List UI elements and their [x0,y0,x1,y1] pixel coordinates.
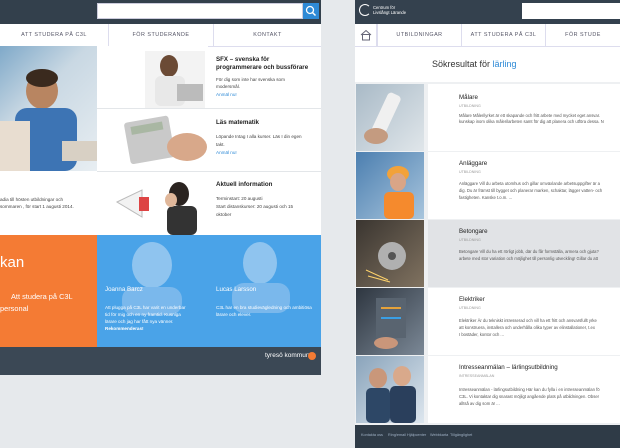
hero-text-line2: sommaren , för start 1 augusti 2014. [0,204,74,209]
person-name-joanna: Joanna Barcz [105,286,143,293]
result-meta: INTRESSEANMÄLAN [459,374,495,378]
tile-photo-3 [97,172,208,235]
result-image-betongare [356,220,424,287]
result-desc: Intresseanmälan - lärlingsutbildning Här… [459,387,600,392]
result-desc: Anläggare Vill du arbeta utomhus och gil… [459,181,600,186]
result-meta: UTBILDNING [459,104,481,108]
result-title[interactable]: Intresseanmälan – lärlingsutbildning [459,364,558,371]
result-desc-2: kunskap inom olika målerilarbeten samt f… [459,119,604,124]
result-desc: Elektriker Är du tekniskt intresserad oc… [459,318,597,323]
result-meta: UTBILDNING [459,306,481,310]
result-image-anlaggare [356,152,424,219]
result-desc-3: fastigheten. Kanske t.o.m. ... [459,195,513,200]
home-icon [360,29,372,41]
result-desc-2: dig. Du är främst till bygget och planer… [459,188,603,193]
result-image-elektriker [356,288,424,355]
tile-link-matematik[interactable]: Anmäl nu! [216,150,237,155]
tile-photo-2 [97,109,208,171]
tile-text-matematik: Löpande Intag I alla kurser. Läs I din e… [216,134,302,139]
search-heading: Sökresultat för lärling [432,59,517,69]
result-meta: UTBILDNING [459,238,481,242]
search-button[interactable] [303,3,319,19]
footer-logo-text[interactable]: tyresö kommun [265,352,309,359]
search-term: lärling [492,59,517,69]
tile-title-matematik: Läs matematik [216,119,259,126]
tile-text-sfx: För dig som inte har svenska som [216,77,285,82]
result-image-intresseanmalan [356,356,424,423]
footer-link-kontakt[interactable]: Kontakta oss [361,433,383,437]
tile-text-matematik-2: takt. [216,142,225,147]
tile-text-info-2: Start distanskurser: 20 augusti och 15 [216,204,294,209]
orange-tile[interactable] [0,235,97,347]
result-title[interactable]: Elektriker [459,296,485,303]
result-desc-2: att konstruera, installera och underhåll… [459,325,595,330]
tile-text-info-3: oktober [216,212,232,217]
right-search-input[interactable] [522,3,620,19]
hero-photo [0,46,97,171]
tile-title-sfx-2: programmerare och bussförare [216,64,309,71]
search-input[interactable] [97,3,303,19]
result-title[interactable]: Målare [459,94,478,101]
footer-link-tillganglighet[interactable]: Tillgänglighet [450,433,472,437]
nav-item-studerande[interactable]: FÖR STUDERANDE [108,24,213,46]
tile-text-sfx-2: modersmål. [216,84,240,89]
right-nav-studerande[interactable]: FÖR STUDE [545,24,620,46]
person-text-joanna: Att plugga på C3L har varit en underbar [105,305,186,310]
person-name-lucas: Lucas Larsson [216,286,257,293]
tile-title-sfx: SFX – svenska för [216,56,270,63]
person-text-lucas: C3L har en bra studievägledning och ambi… [216,305,312,310]
orange-line2: personal [0,304,29,313]
result-desc: Betongare Vill du ha ett rörligt jobb, d… [459,249,599,254]
result-title[interactable]: Anläggare [459,160,487,167]
result-meta: UTBILDNING [459,170,481,174]
person-text-joanna-2: tid för mig och en ny framtid. Kusniga [105,312,181,317]
tile-link-sfx[interactable]: Anmäl nu! [216,92,237,97]
home-button[interactable] [355,24,377,46]
tile-title-info: Aktuell information [216,181,273,188]
person-text-lucas-2: lärare och elever. [216,312,252,317]
nav-item-studera[interactable]: ATT STUDERA PÅ C3L [0,24,108,46]
orange-heading: kan [0,254,25,271]
person-text-joanna-4: Rekommenderas! [105,326,144,331]
tyreso-logo-icon [308,352,316,360]
search-heading-prefix: Sökresultat för [432,59,491,69]
footer-link-hjalpcenter[interactable]: Ring/email Hjälpcenter [388,433,426,437]
result-desc-3: alltså av dig som är ... [459,401,500,406]
person-text-joanna-3: lärare och jag har fått nya vänner. [105,319,174,324]
footer-link-webbkarta[interactable]: Webbkarta [430,433,448,437]
result-desc-2: C3L. Vi kontaktar dig snarast möjligt an… [459,394,600,399]
logo-line2: Livslångt Lärande [373,10,407,15]
result-image-malare [356,84,424,151]
nav-item-kontakt[interactable]: KONTAKT [213,24,321,46]
right-nav-studera[interactable]: ATT STUDERA PÅ C3L [461,24,545,46]
search-icon [305,5,317,17]
right-nav-utbildningar[interactable]: UTBILDNINGAR [377,24,461,46]
hero-text-line1: adia till hösten utbildningar och [0,197,64,202]
orange-line1: Att studera på C3L [11,292,73,301]
result-title[interactable]: Betongare [459,228,488,235]
result-desc-2: arbete med stor variation och möjlighet … [459,256,598,261]
tile-photo-1 [97,46,208,108]
c3l-logo-icon[interactable] [359,4,371,16]
tile-text-info: Terminstart: 20 augusti [216,196,263,201]
result-desc-3: I bostäder, kontor och ... [459,332,504,337]
